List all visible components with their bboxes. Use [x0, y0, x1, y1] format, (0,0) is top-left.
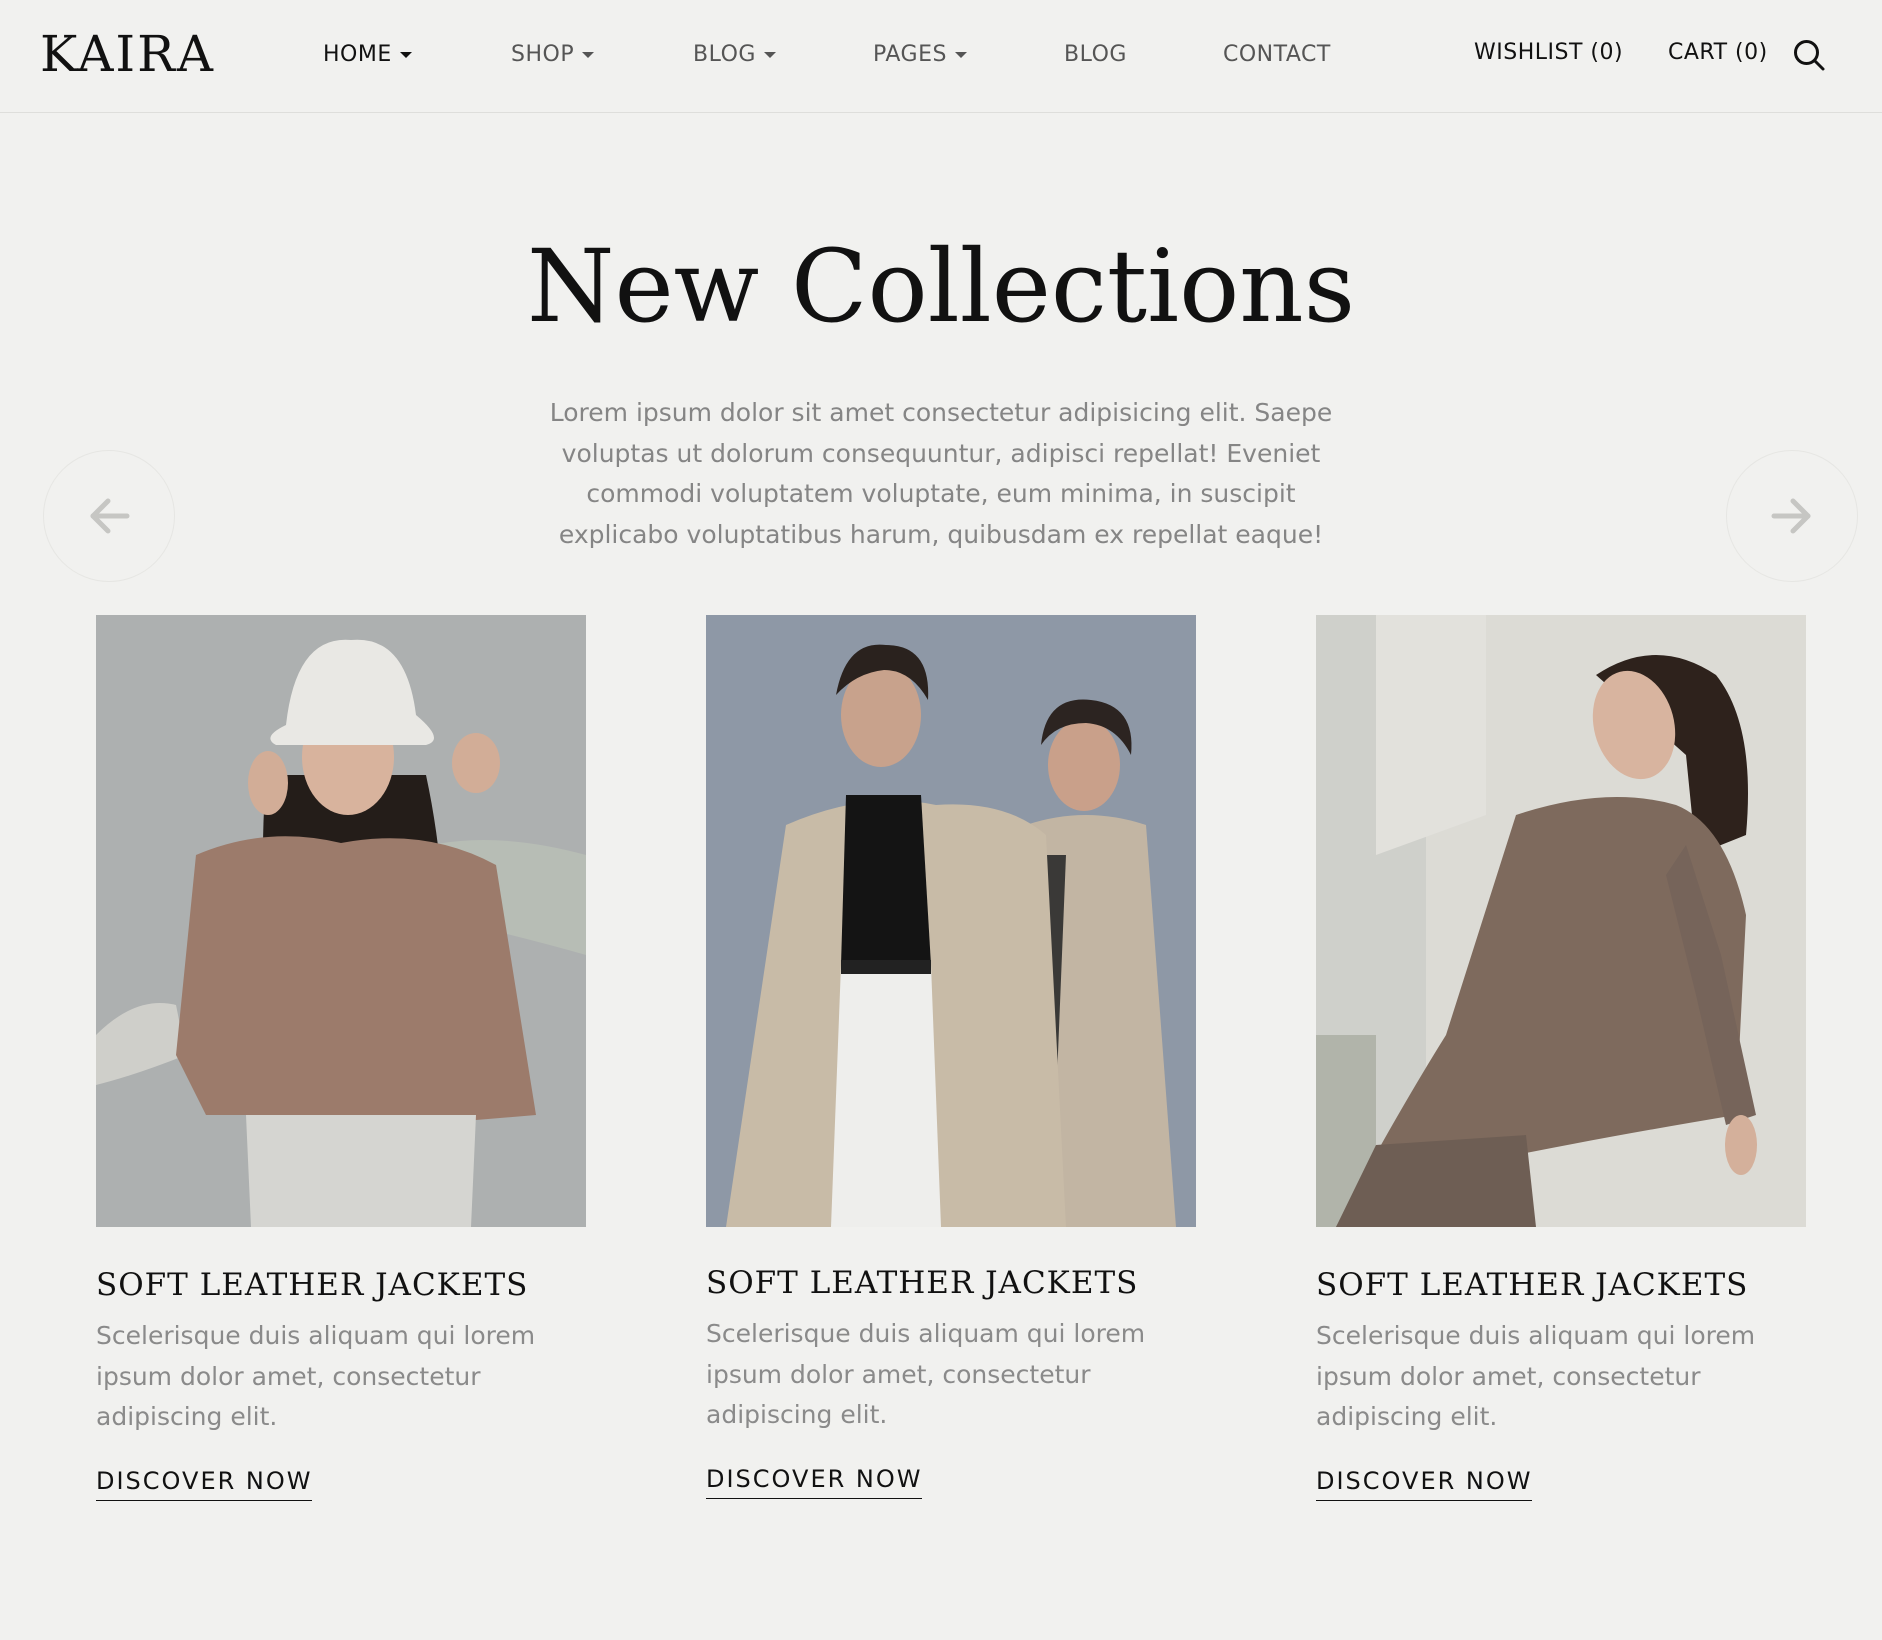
product-image[interactable] — [96, 615, 586, 1227]
wishlist-link[interactable]: WISHLIST (0) — [1474, 38, 1623, 68]
discover-now-link[interactable]: DISCOVER NOW — [706, 1463, 923, 1499]
nav-item-home[interactable]: HOME — [323, 40, 412, 70]
nav-item-blog[interactable]: BLOG — [1064, 40, 1127, 70]
discover-now-link[interactable]: DISCOVER NOW — [96, 1465, 313, 1501]
chevron-down-icon — [582, 52, 595, 58]
nav-item-shop[interactable]: SHOP — [511, 40, 595, 70]
arrow-right-icon — [1771, 498, 1811, 534]
nav-item-contact[interactable]: CONTACT — [1223, 40, 1331, 70]
card-description: Scelerisque duis aliquam qui lorem ipsum… — [96, 1321, 536, 1431]
collection-card: SOFT LEATHER JACKETS Scelerisque duis al… — [1316, 615, 1806, 1501]
card-description: Scelerisque duis aliquam qui lorem ipsum… — [706, 1319, 1146, 1429]
card-title: SOFT LEATHER JACKETS — [706, 1265, 1139, 1301]
discover-now-link[interactable]: DISCOVER NOW — [1316, 1465, 1533, 1501]
nav-item-label: BLOG — [693, 42, 756, 67]
cart-link[interactable]: CART (0) — [1668, 38, 1768, 68]
card-description: Scelerisque duis aliquam qui lorem ipsum… — [1316, 1321, 1756, 1431]
slider-prev-button[interactable] — [43, 450, 175, 582]
product-image[interactable] — [1316, 615, 1806, 1227]
nav-item-label: BLOG — [1064, 42, 1127, 67]
slider-next-button[interactable] — [1726, 450, 1858, 582]
product-image[interactable] — [706, 615, 1196, 1227]
nav-item-pages[interactable]: PAGES — [873, 40, 967, 70]
nav-item-label: HOME — [323, 42, 392, 67]
arrow-left-icon — [90, 498, 130, 534]
section-description: Lorem ipsum dolor sit amet consectetur a… — [549, 398, 1333, 549]
nav-item-label: CONTACT — [1223, 42, 1331, 67]
brand-logo[interactable]: KAIRA — [40, 24, 215, 84]
collection-card: SOFT LEATHER JACKETS Scelerisque duis al… — [96, 615, 586, 1501]
chevron-down-icon — [399, 52, 412, 58]
collection-card: SOFT LEATHER JACKETS Scelerisque duis al… — [706, 615, 1196, 1499]
chevron-down-icon — [763, 52, 776, 58]
search-icon[interactable] — [1792, 38, 1826, 72]
site-header: KAIRA HOME SHOP BLOG PAGES BLOG CONTACT … — [0, 0, 1882, 113]
section-title: New Collections — [526, 228, 1356, 345]
card-title: SOFT LEATHER JACKETS — [96, 1267, 529, 1303]
card-title: SOFT LEATHER JACKETS — [1316, 1267, 1749, 1303]
nav-item-label: PAGES — [873, 42, 947, 67]
chevron-down-icon — [954, 52, 967, 58]
nav-item-label: SHOP — [511, 42, 575, 67]
nav-item-blog-dropdown[interactable]: BLOG — [693, 40, 776, 70]
